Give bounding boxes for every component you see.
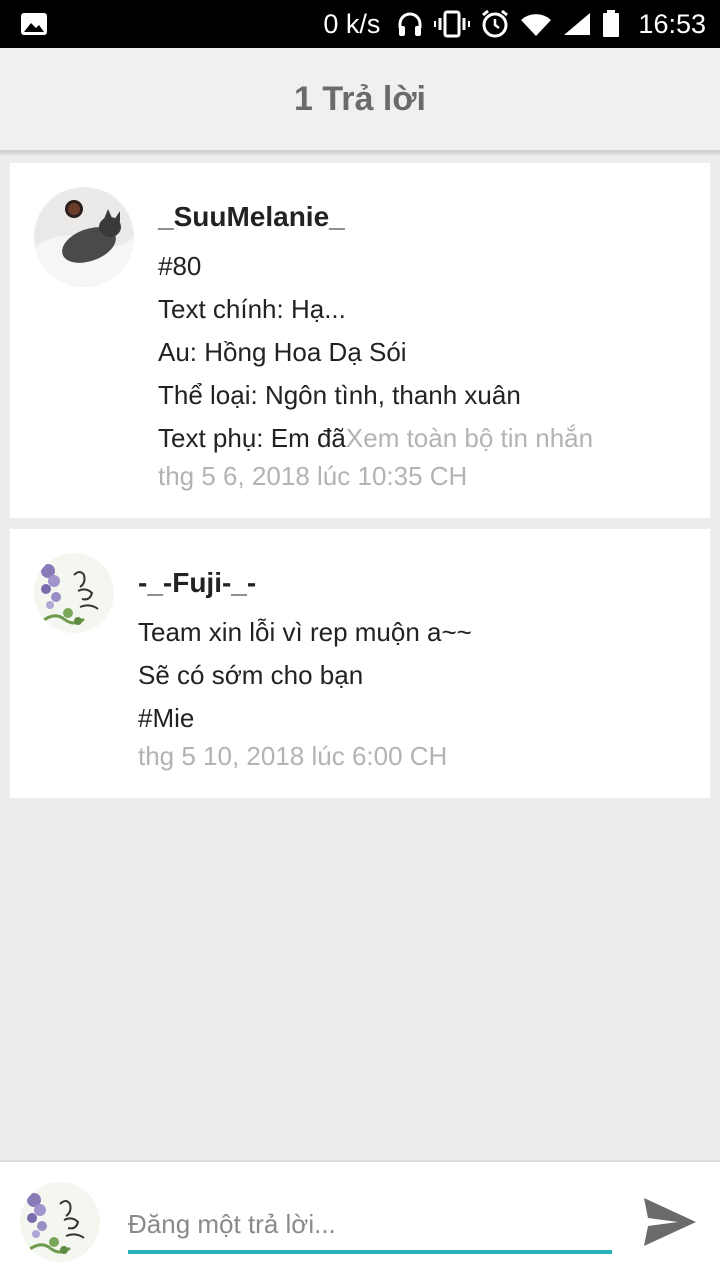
page-title: 1 Trả lời xyxy=(294,79,426,118)
send-icon xyxy=(642,1196,698,1253)
battery-icon xyxy=(602,10,620,38)
comment-line: Team xin lỗi vì rep muộn a~~ xyxy=(138,617,472,647)
current-user-avatar xyxy=(20,1182,100,1262)
status-time: 16:53 xyxy=(638,8,706,39)
comment-timestamp: thg 5 6, 2018 lúc 10:35 CH xyxy=(158,461,468,491)
header: 1 Trả lời xyxy=(0,48,720,152)
comment-timestamp: thg 5 10, 2018 lúc 6:00 CH xyxy=(138,741,448,771)
comment-line-prefix: Text phụ: Em đã xyxy=(158,423,346,453)
comment-card: _SuuMelanie_ #80 Text chính: Hạ... Au: H… xyxy=(10,163,710,518)
comment-line: #80 xyxy=(158,251,202,281)
avatar[interactable] xyxy=(34,553,114,633)
comment-card: -_-Fuji-_- Team xin lỗi vì rep muộn a~~ … xyxy=(10,529,710,798)
reply-bar xyxy=(0,1160,720,1280)
vibrate-icon xyxy=(434,10,471,38)
comment-author[interactable]: -_-Fuji-_- xyxy=(138,567,256,599)
wifi-icon xyxy=(520,11,552,37)
comment-line: Sẽ có sớm cho bạn xyxy=(138,660,364,690)
reply-input[interactable] xyxy=(128,1198,612,1254)
image-icon xyxy=(20,12,48,36)
net-speed-text: 0 k/s xyxy=(323,8,381,39)
comment-line: Thể loại: Ngôn tình, thanh xuân xyxy=(158,380,521,410)
avatar[interactable] xyxy=(34,187,134,287)
comment-author[interactable]: _SuuMelanie_ xyxy=(158,201,345,233)
send-button[interactable] xyxy=(638,1192,702,1256)
comment-line: Au: Hồng Hoa Dạ Sói xyxy=(158,337,407,367)
comment-line: #Mie xyxy=(138,703,195,733)
alarm-icon xyxy=(480,9,510,39)
status-bar: 0 k/s 16:53 xyxy=(0,0,720,48)
see-more-link[interactable]: Xem toàn bộ tin nhắn xyxy=(346,423,593,453)
comment-line: Text chính: Hạ... xyxy=(158,294,346,324)
signal-icon xyxy=(562,11,592,37)
headphones-icon xyxy=(396,10,424,38)
comment-line-truncated: Text phụ: Em đãXem toàn bộ tin nhắn xyxy=(158,423,593,454)
